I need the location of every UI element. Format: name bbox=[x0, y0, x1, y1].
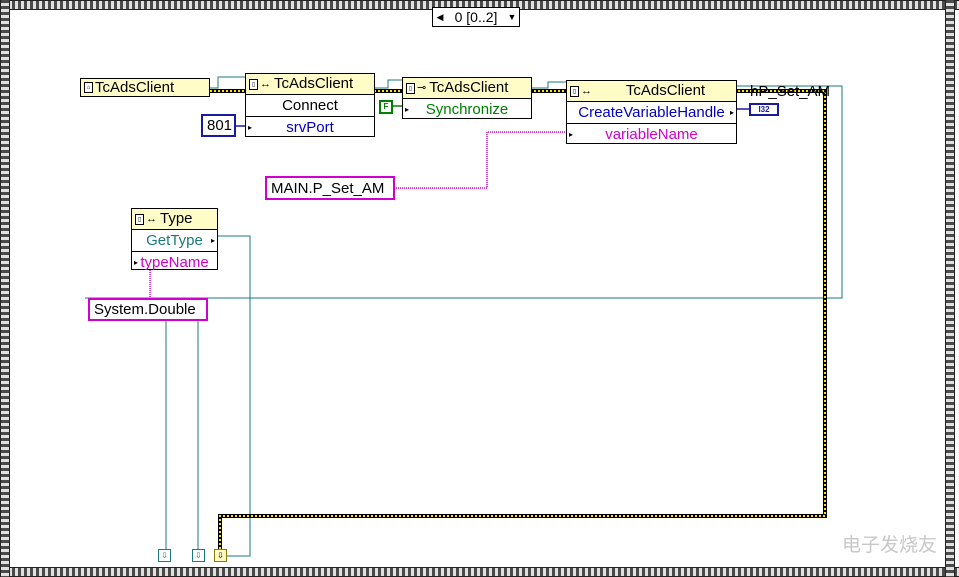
type-method-row[interactable]: GetType ▸ bbox=[132, 230, 217, 252]
invoke-arrow-icon: ↔ bbox=[260, 78, 271, 90]
refnum-wire-3 bbox=[532, 81, 566, 89]
invoke-arrow-icon: ↔ bbox=[146, 213, 157, 225]
tunnel-refnum-1[interactable]: ⇩ bbox=[158, 549, 171, 562]
i32-indicator-label: I32 bbox=[758, 105, 770, 114]
sync-class-label: TcAdsClient bbox=[429, 79, 509, 96]
false-constant-label: F bbox=[383, 102, 389, 111]
type-method-label: GetType bbox=[146, 232, 203, 249]
type-name-constant[interactable]: System.Double bbox=[88, 298, 208, 321]
port-constant[interactable]: 801 bbox=[201, 114, 236, 137]
connect-method-label: Connect bbox=[282, 97, 338, 114]
type-name-value: System.Double bbox=[94, 301, 196, 318]
case-selector[interactable]: ◀ 0 [0..2] ▼ bbox=[432, 7, 520, 27]
refnum-wire-1 bbox=[210, 76, 245, 89]
type-param-row[interactable]: ▸ typeName bbox=[132, 252, 217, 273]
input-arrow-icon: ▸ bbox=[248, 123, 253, 132]
case-prev-button[interactable]: ◀ bbox=[433, 8, 447, 26]
string-wire-var bbox=[394, 131, 566, 189]
handle-method-label: CreateVariableHandle bbox=[578, 104, 725, 121]
connect-method-row[interactable]: Connect bbox=[246, 95, 374, 117]
watermark: 电子发烧友 bbox=[841, 534, 937, 556]
synchronize-method-node[interactable]: ▯ ⊸ TcAdsClient ▸ Synchronize bbox=[402, 77, 532, 119]
port-value: 801 bbox=[207, 117, 233, 134]
connect-class-label: TcAdsClient bbox=[274, 75, 354, 92]
refnum-wire-5 bbox=[218, 235, 251, 557]
handle-node-icon: ▯ bbox=[570, 85, 579, 97]
handle-output-label: hP_Set_AM bbox=[750, 83, 831, 100]
i32-indicator[interactable]: I32 bbox=[749, 103, 779, 116]
property-key-icon: ⊸ bbox=[417, 82, 427, 94]
tunnel-error[interactable]: ⇩ bbox=[214, 549, 227, 562]
connect-param-label: srvPort bbox=[286, 119, 334, 136]
input-arrow-icon: ▸ bbox=[134, 258, 139, 267]
tunnel-refnum-2[interactable]: ⇩ bbox=[192, 549, 205, 562]
invoke-arrow-icon: ↔ bbox=[581, 85, 592, 97]
handle-class-label: TcAdsClient bbox=[625, 82, 706, 99]
create-handle-method-node[interactable]: ▯ ↔ TcAdsClient CreateVariableHandle ▸ ▸… bbox=[566, 80, 737, 144]
handle-param-label: variableName bbox=[605, 126, 698, 143]
variable-name-value: MAIN.P_Set_AM bbox=[271, 179, 385, 197]
type-method-node[interactable]: ▯ ↔ Type GetType ▸ ▸ typeName bbox=[131, 208, 218, 273]
type-param-label: typeName bbox=[140, 254, 209, 271]
type-class-label: Type bbox=[160, 210, 193, 227]
client-constructor-node[interactable]: ⌂ TcAdsClient bbox=[80, 78, 210, 97]
connect-node-icon: ▯ bbox=[249, 78, 258, 90]
connect-param-row[interactable]: ▸ srvPort bbox=[246, 117, 374, 138]
connect-method-node[interactable]: ▯ ↔ TcAdsClient Connect ▸ srvPort bbox=[245, 73, 375, 137]
sync-method-label: Synchronize bbox=[425, 101, 509, 118]
sync-method-row[interactable]: ▸ Synchronize bbox=[403, 99, 531, 120]
case-menu-button[interactable]: ▼ bbox=[505, 8, 519, 26]
handle-param-row[interactable]: ▸ variableName bbox=[567, 124, 736, 145]
handle-method-row[interactable]: CreateVariableHandle ▸ bbox=[567, 102, 736, 124]
type-node-icon: ▯ bbox=[135, 213, 144, 225]
output-arrow-icon: ▸ bbox=[729, 108, 734, 117]
error-wire bbox=[210, 89, 827, 552]
client-constructor-label: TcAdsClient bbox=[95, 78, 175, 96]
input-arrow-icon: ▸ bbox=[405, 105, 410, 114]
refnum-wire-2 bbox=[375, 79, 402, 89]
variable-name-constant[interactable]: MAIN.P_Set_AM bbox=[265, 176, 395, 200]
sync-node-icon: ▯ bbox=[406, 82, 415, 94]
case-selector-label: 0 [0..2] bbox=[454, 9, 498, 25]
input-arrow-icon: ▸ bbox=[569, 130, 574, 139]
false-constant[interactable]: F bbox=[379, 100, 393, 114]
constructor-icon: ⌂ bbox=[84, 82, 93, 93]
output-arrow-icon: ▸ bbox=[210, 236, 215, 245]
